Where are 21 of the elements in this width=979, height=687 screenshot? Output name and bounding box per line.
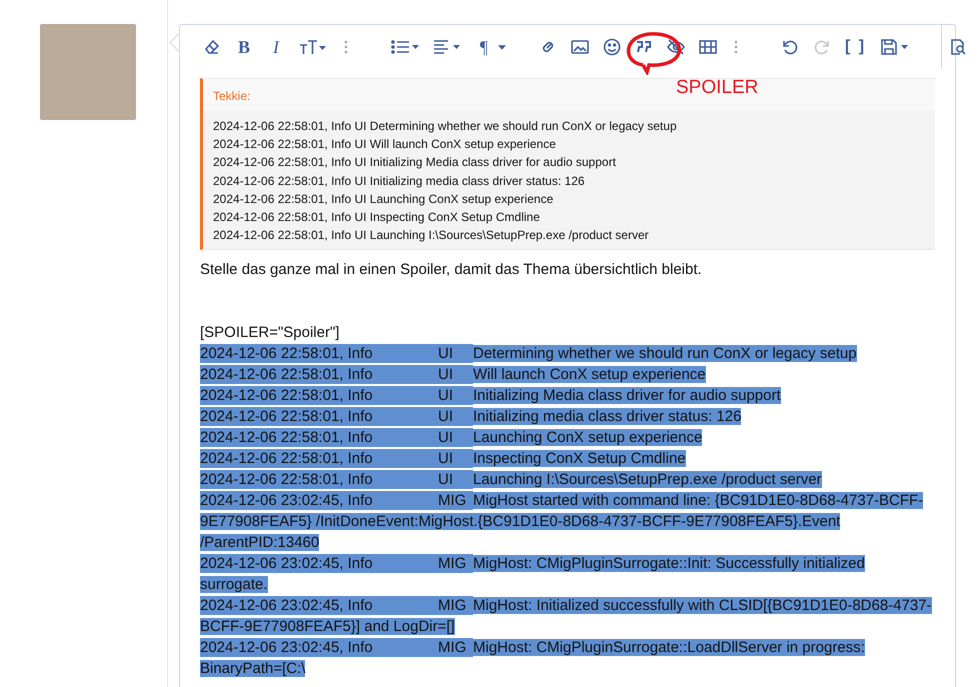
log-line: 2024-12-06 22:58:01, Info UI Launching ConX setup experience: [200, 427, 704, 448]
quoted-log-line: 2024-12-06 22:58:01, Info UI Determining whether we should run ConX or legacy setup: [213, 118, 678, 135]
brackets-button[interactable]: [ ]: [845, 38, 866, 56]
log-line: 2024-12-06 22:58:01, Info UI Will launch ConX setup experience: [200, 364, 707, 386]
quoted-log-line: 2024-12-06 22:58:01, Info UI Will launch ConX setup experience: [213, 136, 557, 154]
log-line: 2024-12-06 22:58:01, Info UI Initializing Media class driver for audio support: [200, 385, 782, 406]
paragraph-button[interactable]: ¶: [475, 36, 493, 58]
quoted-log-line: 2024-12-06 22:58:01, Info UI Initializing media class driver status: 126: [213, 172, 586, 190]
annotation-label: SPOILER: [676, 77, 758, 99]
log-line: 2024-12-06 22:58:01, Info UI Inspecting ConX Setup Cmdline: [200, 448, 687, 470]
log-line: 2024-12-06 22:58:01, Info UI Initializing media class driver status: 126: [200, 406, 742, 428]
log-line: 2024-12-06 22:58:01, Info UI Launching I:\Sources\SetupPrep.exe /product server: [200, 469, 823, 490]
quoted-log-line: 2024-12-06 22:58:01, Info UI Launching ConX setup experience: [213, 190, 554, 208]
post-text: Stelle das ganze mal in einen Spoiler, damit das Thema übersichtlich bleibt.: [200, 260, 703, 280]
italic-button[interactable]: I: [267, 36, 285, 58]
quoted-log-line: 2024-12-06 22:58:01, Info UI Inspecting ConX Setup Cmdline: [213, 209, 541, 226]
quoted-log-line: 2024-12-06 22:58:01, Info UI Launching I:\Sources\SetupPrep.exe /product server: [213, 227, 650, 244]
quoted-log-line: 2024-12-06 22:58:01, Info UI Initializing Media class driver for audio support: [213, 154, 617, 172]
log-line: 2024-12-06 22:58:01, Info UI Determining whether we should run ConX or legacy setup: [200, 343, 858, 364]
spoiler-tag: [SPOILER="Spoiler"]: [200, 322, 935, 344]
bold-button[interactable]: B: [235, 36, 253, 58]
